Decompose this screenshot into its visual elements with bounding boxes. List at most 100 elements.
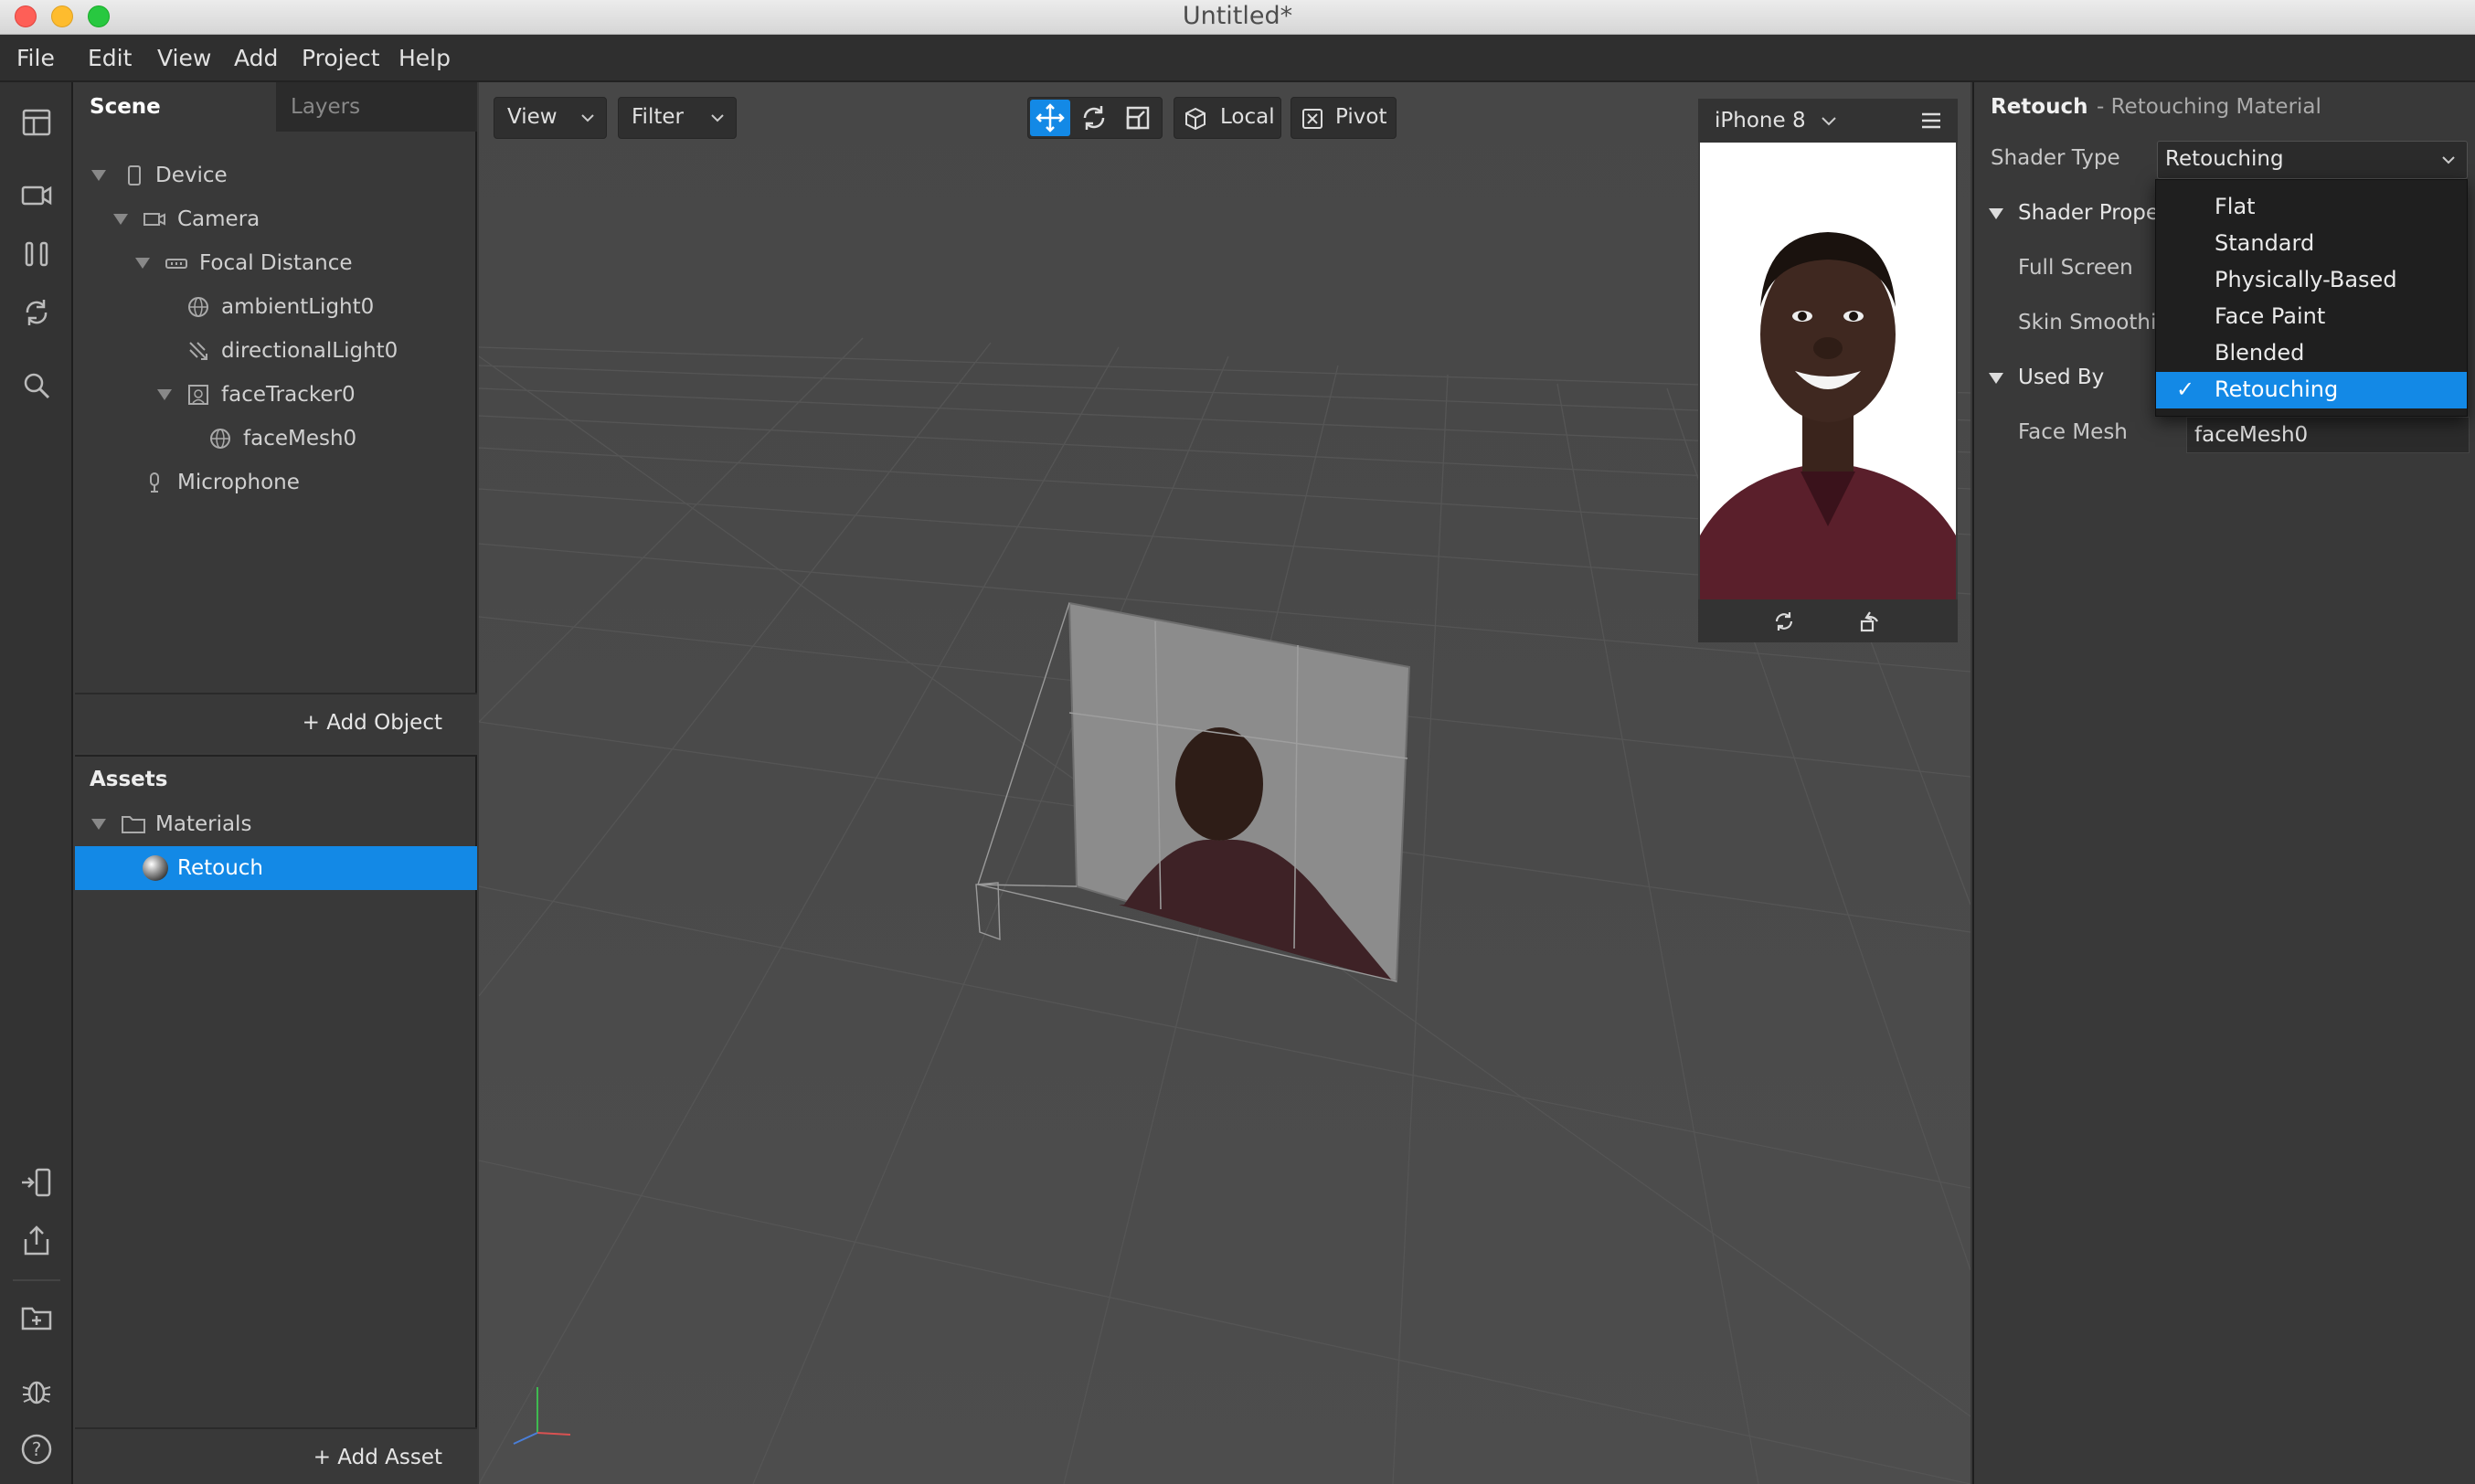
dropdown-option-physically-based[interactable]: Physically-Based [2156, 262, 2467, 299]
inspector-object-type: - Retouching Material [2097, 95, 2321, 119]
asset-folder-label: Materials [155, 812, 252, 836]
dropdown-option-flat[interactable]: Flat [2156, 189, 2467, 226]
scene-footer: + Add Object [75, 693, 477, 753]
menu-icon[interactable] [1921, 111, 1941, 130]
used-by-label[interactable]: Used By [2018, 366, 2104, 389]
share-icon[interactable] [18, 1223, 55, 1259]
transform-tools [1027, 97, 1163, 139]
add-asset-button[interactable]: + Add Asset [313, 1446, 442, 1469]
help-icon[interactable]: ? [18, 1431, 55, 1468]
face-tracker-icon [188, 385, 208, 405]
view-dropdown-label: View [507, 105, 558, 129]
menu-edit[interactable]: Edit [88, 45, 132, 71]
expand-arrow-icon[interactable] [135, 258, 150, 269]
search-icon[interactable] [18, 367, 55, 404]
material-sphere-icon [143, 855, 168, 881]
tree-item-device[interactable]: Device [75, 154, 477, 197]
shader-type-select[interactable]: Retouching [2157, 141, 2468, 179]
video-camera-icon[interactable] [18, 177, 55, 214]
tree-item-microphone[interactable]: Microphone [75, 461, 477, 504]
device-preview: iPhone 8 [1698, 99, 1958, 642]
view-dropdown[interactable]: View [494, 97, 607, 139]
bug-icon[interactable] [18, 1373, 55, 1409]
expand-arrow-icon[interactable] [91, 170, 106, 181]
camera-icon [143, 213, 165, 226]
directional-light-icon [189, 342, 207, 360]
shader-type-dropdown-menu: Flat Standard Physically-Based Face Pain… [2155, 179, 2468, 417]
chevron-down-icon [581, 114, 594, 122]
refresh-icon[interactable] [18, 294, 55, 331]
pivot-toggle[interactable]: Pivot [1291, 97, 1397, 139]
tree-item-face-mesh[interactable]: faceMesh0 [75, 417, 477, 461]
device-import-icon[interactable] [18, 1164, 55, 1201]
pause-bars-icon[interactable] [18, 236, 55, 272]
add-object-button[interactable]: + Add Object [303, 711, 442, 735]
device-camera-feed [1700, 143, 1956, 599]
tab-scene[interactable]: Scene [75, 82, 274, 132]
chevron-down-icon[interactable] [1821, 115, 1837, 128]
face-mesh-label: Face Mesh [2018, 420, 2128, 444]
face-mesh-field[interactable]: faceMesh0 [2186, 417, 2470, 453]
dropdown-option-retouching[interactable]: ✓ Retouching [2156, 372, 2467, 408]
window-title: Untitled* [1182, 2, 1293, 30]
cube-icon [1185, 107, 1206, 131]
asset-item-label: Retouch [177, 856, 263, 880]
collapse-arrow-icon[interactable] [1989, 208, 2003, 219]
dropdown-option-standard[interactable]: Standard [2156, 226, 2467, 262]
tree-item-face-tracker[interactable]: faceTracker0 [75, 373, 477, 417]
layout-icon[interactable] [18, 104, 55, 141]
expand-arrow-icon[interactable] [113, 214, 128, 225]
tree-item-label: ambientLight0 [221, 295, 375, 319]
rotate-tool-button[interactable] [1074, 100, 1114, 136]
dropdown-option-label: Retouching [2215, 376, 2339, 402]
skin-smoothing-label: Skin Smoothin [2018, 311, 2170, 334]
full-screen-label: Full Screen [2018, 256, 2133, 280]
local-toggle[interactable]: Local [1174, 97, 1281, 139]
asset-folder-materials[interactable]: Materials [75, 802, 477, 846]
device-name[interactable]: iPhone 8 [1715, 109, 1806, 132]
asset-item-retouch[interactable]: Retouch [75, 846, 477, 890]
menu-add[interactable]: Add [234, 45, 278, 71]
menu-project[interactable]: Project [302, 45, 380, 71]
tree-item-ambient-light[interactable]: ambientLight0 [75, 285, 477, 329]
shader-type-value: Retouching [2165, 147, 2284, 171]
tree-item-label: Device [155, 164, 228, 187]
switch-camera-icon[interactable] [1771, 609, 1797, 634]
device-icon [128, 165, 141, 186]
checkmark-icon: ✓ [2176, 376, 2195, 402]
expand-arrow-icon[interactable] [157, 389, 172, 400]
shader-type-label: Shader Type [1991, 146, 2120, 170]
assets-footer: + Add Asset [75, 1427, 477, 1484]
move-tool-button[interactable] [1030, 100, 1070, 136]
menu-file[interactable]: File [16, 45, 55, 71]
scale-tool-button[interactable] [1118, 100, 1158, 136]
person-photo [1700, 143, 1956, 599]
scene-panel: Scene Layers Device Camera Focal Distanc… [75, 82, 477, 753]
add-object-label: Add Object [326, 711, 442, 735]
tree-item-label: Focal Distance [199, 251, 353, 275]
tree-item-camera[interactable]: Camera [75, 197, 477, 241]
device-preview-footer [1698, 599, 1958, 642]
tree-item-focal-distance[interactable]: Focal Distance [75, 241, 477, 285]
microphone-icon [150, 472, 159, 493]
focal-distance-icon [165, 259, 187, 269]
filter-dropdown[interactable]: Filter [618, 97, 737, 139]
menu-help[interactable]: Help [398, 45, 451, 71]
tree-item-label: Camera [177, 207, 260, 231]
dropdown-option-blended[interactable]: Blended [2156, 335, 2467, 372]
expand-arrow-icon[interactable] [91, 819, 106, 830]
scale-icon [1126, 106, 1150, 130]
tab-layers[interactable]: Layers [276, 82, 477, 132]
rotate-device-icon[interactable] [1857, 609, 1883, 634]
tree-item-label: faceMesh0 [243, 427, 357, 450]
shader-properties-label[interactable]: Shader Proper [2018, 201, 2167, 225]
add-folder-icon[interactable] [18, 1299, 55, 1336]
dropdown-option-face-paint[interactable]: Face Paint [2156, 299, 2467, 335]
tree-item-directional-light[interactable]: directionalLight0 [75, 329, 477, 373]
collapse-arrow-icon[interactable] [1989, 373, 2003, 384]
ambient-light-icon [188, 297, 208, 317]
pivot-label: Pivot [1335, 105, 1387, 129]
menu-view[interactable]: View [157, 45, 211, 71]
pivot-icon [1302, 109, 1322, 129]
assets-title: Assets [90, 768, 168, 791]
